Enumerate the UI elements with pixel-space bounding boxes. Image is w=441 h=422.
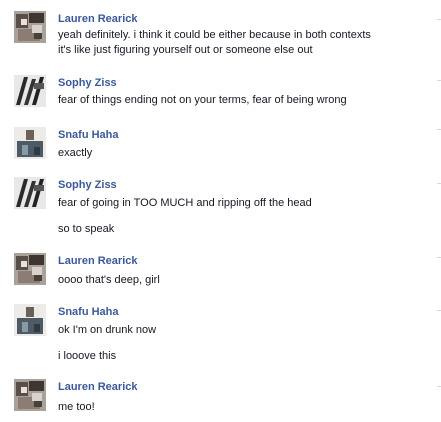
message-text: fear of things ending not on your terms,… xyxy=(58,94,347,106)
divider xyxy=(437,257,441,258)
avatar[interactable] xyxy=(14,177,46,209)
avatar[interactable] xyxy=(14,304,46,336)
sender-name[interactable]: Lauren Rearick xyxy=(58,254,137,268)
message-text: so to speak xyxy=(58,223,115,235)
message-group: Snafu Haha ok I'm on drunk now i looove … xyxy=(0,304,441,364)
message-group: Lauren Rearick oooo that's deep, girl xyxy=(0,253,441,287)
message-group: Sophy Ziss fear of going in TOO MUCH and… xyxy=(0,177,441,237)
message-text: it's like just figuring yourself out or … xyxy=(58,44,313,56)
divider xyxy=(437,80,441,81)
sender-name[interactable]: Lauren Rearick xyxy=(58,380,137,394)
avatar[interactable] xyxy=(14,379,46,411)
message-group: Snafu Haha exactly xyxy=(0,127,441,161)
avatar[interactable] xyxy=(14,253,46,285)
sophy-avatar-icon xyxy=(14,75,46,107)
message-group: Lauren Rearick yeah definitely. i think … xyxy=(0,11,441,59)
sender-name[interactable]: Sophy Ziss xyxy=(58,178,117,192)
message-text: me too! xyxy=(58,401,95,413)
message-group: Lauren Rearick me too! xyxy=(0,379,441,413)
lauren-avatar-icon xyxy=(14,379,46,411)
message-text: oooo that's deep, girl xyxy=(58,274,160,286)
divider xyxy=(437,386,441,387)
message-text: yeah definitely. i think it could be eit… xyxy=(58,29,371,41)
sender-name[interactable]: Snafu Haha xyxy=(58,128,119,142)
message-text: ok I'm on drunk now xyxy=(58,324,157,336)
divider xyxy=(437,129,441,130)
sender-name[interactable]: Lauren Rearick xyxy=(58,12,137,26)
message-text: i looove this xyxy=(58,350,117,362)
sender-name[interactable]: Sophy Ziss xyxy=(58,76,117,90)
lauren-avatar-icon xyxy=(14,253,46,285)
avatar[interactable] xyxy=(14,127,46,159)
chat-thread: Lauren Rearick yeah definitely. i think … xyxy=(0,0,441,422)
divider xyxy=(437,19,441,20)
snafu-avatar-icon xyxy=(14,127,46,159)
avatar[interactable] xyxy=(14,11,46,43)
sophy-avatar-icon xyxy=(14,177,46,209)
lauren-avatar-icon xyxy=(14,11,46,43)
avatar[interactable] xyxy=(14,75,46,107)
message-text: fear of going in TOO MUCH and ripping of… xyxy=(58,197,312,209)
message-group: Sophy Ziss fear of things ending not on … xyxy=(0,75,441,111)
snafu-avatar-icon xyxy=(14,304,46,336)
sender-name[interactable]: Snafu Haha xyxy=(58,305,119,319)
divider xyxy=(437,310,441,311)
message-text: exactly xyxy=(58,147,93,159)
divider xyxy=(437,183,441,184)
